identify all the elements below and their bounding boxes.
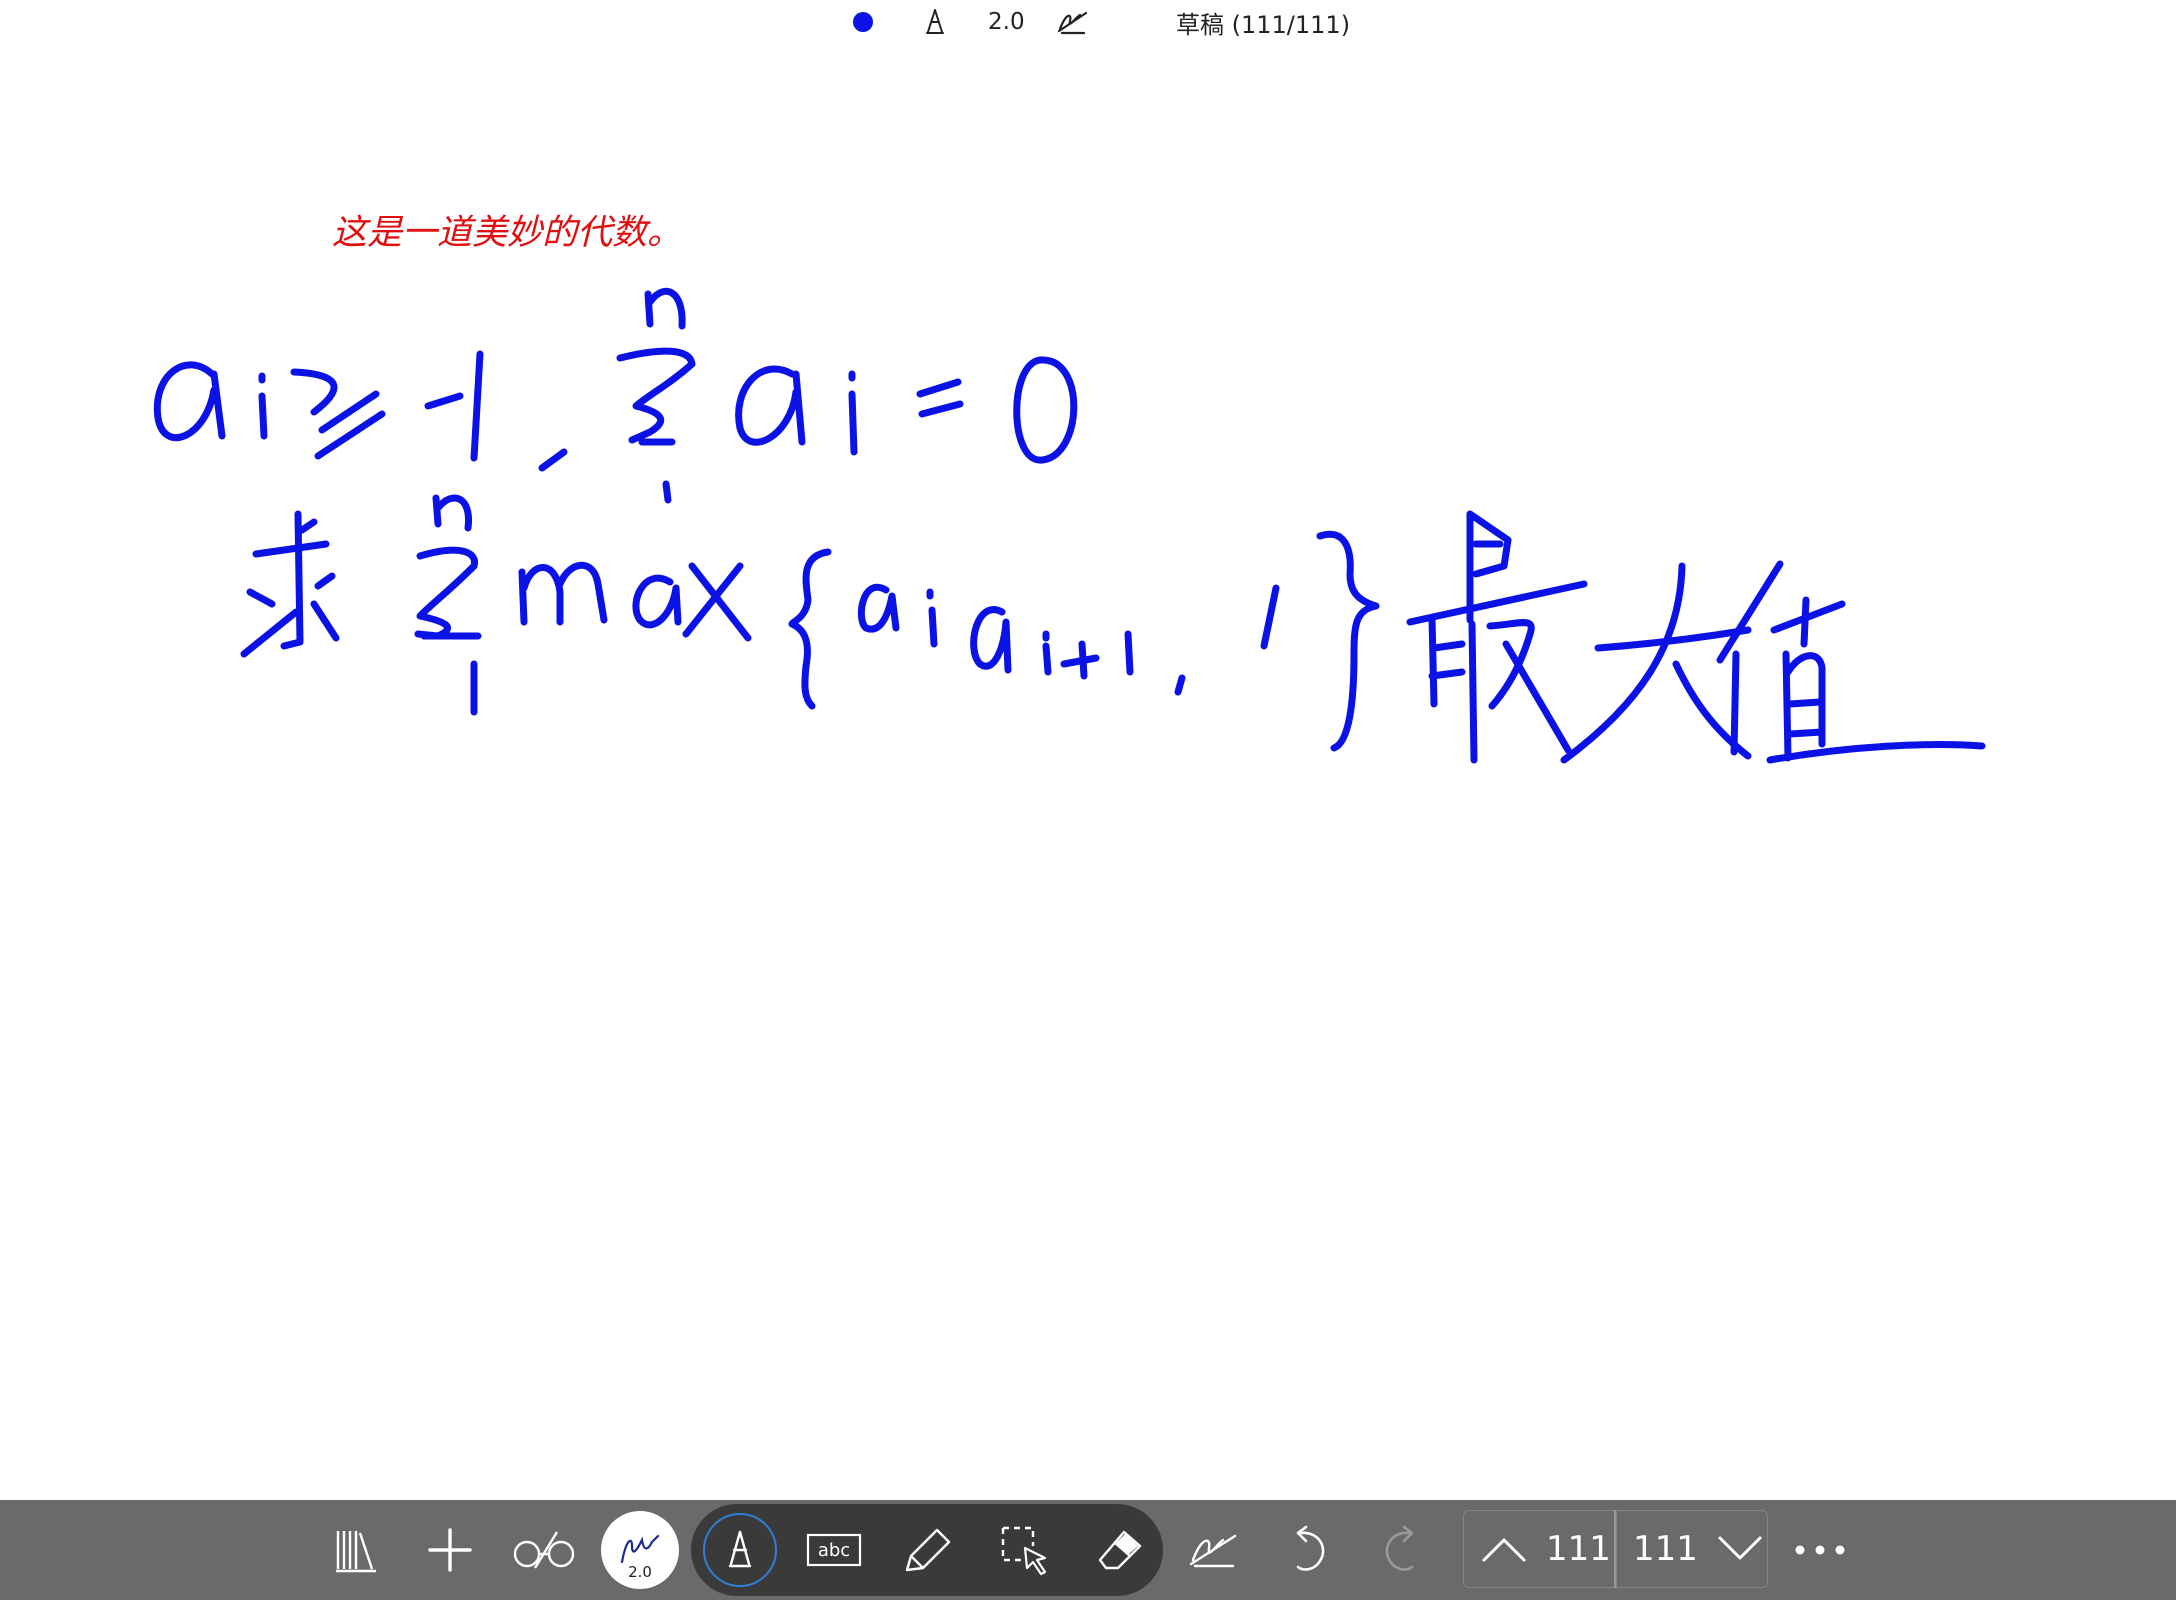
more-button[interactable] <box>1790 1500 1850 1600</box>
hand-off-icon[interactable] <box>1056 0 1090 44</box>
prev-page-number: 111 <box>1546 1529 1611 1569</box>
ink-stroke-i5 <box>1042 630 1052 676</box>
ink-stroke-sigma2-n <box>432 494 472 532</box>
ink-stroke-sigma-1 <box>662 480 672 504</box>
ink-stroke-qiu <box>240 510 340 658</box>
ink-stroke-one <box>470 350 484 462</box>
ink-stroke-comma2 <box>1174 674 1186 696</box>
more-icon <box>1795 1545 1845 1555</box>
redo-icon <box>1385 1525 1414 1571</box>
glasses-icon <box>513 1531 575 1569</box>
ink-stroke-a <box>153 361 226 441</box>
next-page-button[interactable]: 111 <box>1616 1510 1768 1588</box>
drawing-canvas[interactable]: 这是一道美妙的代数。 <box>0 44 2176 1500</box>
ink-stroke-comma <box>538 448 568 472</box>
undo-button[interactable] <box>1278 1500 1338 1600</box>
ink-stroke-x <box>682 562 752 642</box>
ink-stroke-rbrace <box>1316 530 1380 752</box>
ink-stroke-zui <box>1406 510 1588 764</box>
ink-stroke-a4 <box>857 583 900 633</box>
hand-off-icon <box>1189 1534 1237 1568</box>
text-box-icon: abc <box>806 1533 862 1567</box>
ink-stroke-i4 <box>926 588 938 648</box>
pen-width-value: 2.0 <box>988 9 1025 35</box>
ink-stroke-geq <box>290 368 386 460</box>
ink-stroke-one6 <box>1260 584 1280 650</box>
pen-style-label: 2.0 <box>628 1563 652 1581</box>
bottom-toolbar: 2.0 abc 111 111 <box>0 1500 2176 1600</box>
pen-tool-button[interactable] <box>700 1500 780 1600</box>
text-tool-button[interactable]: abc <box>802 1500 866 1600</box>
add-page-button[interactable] <box>420 1500 480 1600</box>
ink-stroke-a3 <box>632 574 682 629</box>
ink-stroke-lbrace <box>788 548 832 710</box>
ink-stroke-zhi <box>1716 560 1986 764</box>
lasso-select-icon <box>1001 1526 1047 1576</box>
next-page-number: 111 <box>1633 1529 1698 1569</box>
handwriting-ink <box>153 287 1986 764</box>
ink-stroke-sigma-n <box>644 287 686 330</box>
ink-stroke-sigma2 <box>414 546 482 640</box>
status-bar: 2.0 草稿 (111/111) <box>0 0 2176 44</box>
lasso-select-button[interactable] <box>994 1500 1058 1600</box>
redo-button[interactable] <box>1372 1500 1432 1600</box>
ink-stroke-m <box>518 561 608 626</box>
view-mode-button[interactable] <box>508 1500 584 1600</box>
ink-stroke-sigma <box>616 347 696 446</box>
prev-page-button[interactable]: 111 <box>1463 1510 1615 1588</box>
pen-color-indicator[interactable] <box>853 0 873 44</box>
undo-icon <box>1296 1525 1325 1571</box>
eraser-icon <box>1098 1530 1142 1570</box>
chevron-up-icon <box>1482 1538 1526 1562</box>
ink-stroke-i <box>258 372 268 440</box>
ink-stroke-i2 <box>848 370 858 456</box>
plus-icon <box>428 1528 472 1572</box>
hand-off-button[interactable] <box>1182 1500 1246 1600</box>
text-tool-label: abc <box>818 1540 850 1561</box>
draft-title: 草稿 (111/111) <box>1176 10 1351 39</box>
ink-stroke-minus <box>424 392 464 410</box>
ink-stroke-a2 <box>735 365 806 446</box>
ink-stroke-equals <box>916 378 964 418</box>
highlighter-icon <box>905 1528 951 1572</box>
chevron-down-icon <box>1718 1536 1762 1560</box>
filled-dot-icon <box>853 12 873 32</box>
pen-tip-icon <box>728 1530 752 1568</box>
pen-tip-icon[interactable] <box>924 0 946 44</box>
ink-stroke-zero <box>1013 356 1078 464</box>
ink-stroke-one5 <box>1124 630 1134 676</box>
highlighter-button[interactable] <box>896 1500 960 1600</box>
ink-stroke-a5 <box>970 606 1012 674</box>
notebooks-icon <box>336 1531 376 1573</box>
ink-stroke-plus <box>1060 640 1100 680</box>
eraser-button[interactable] <box>1088 1500 1152 1600</box>
notebooks-button[interactable] <box>326 1500 386 1600</box>
pen-style-button[interactable]: 2.0 <box>598 1500 682 1600</box>
